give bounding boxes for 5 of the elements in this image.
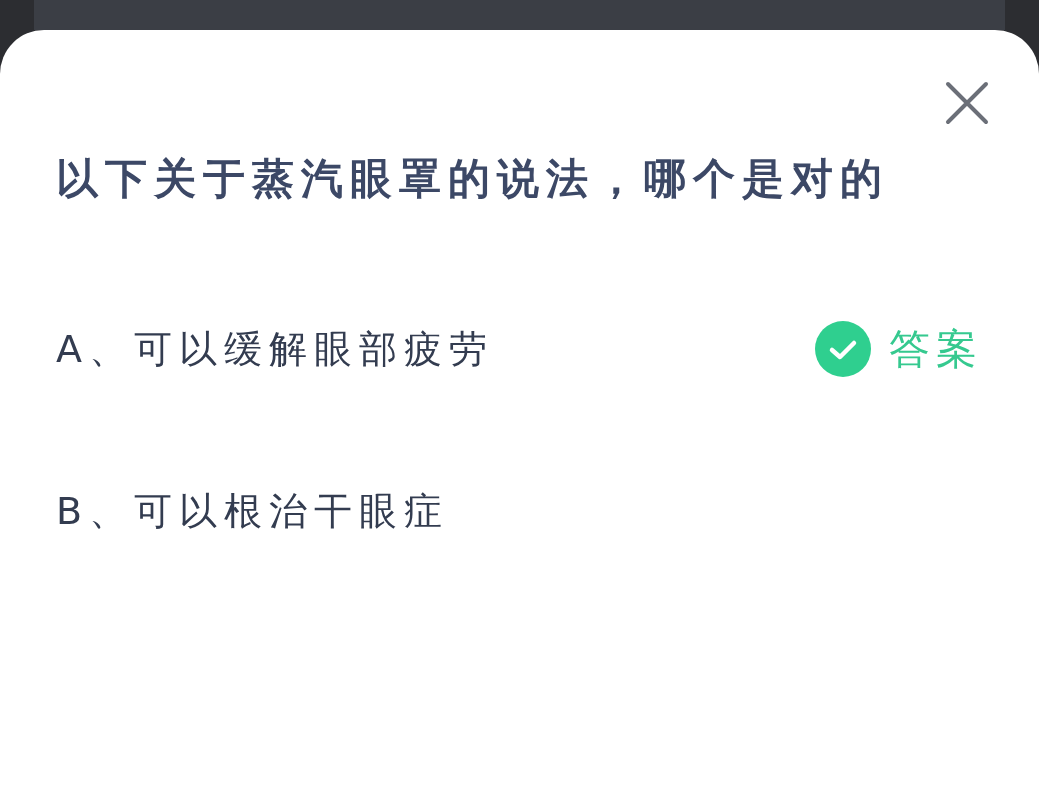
- question-title: 以下关于蒸汽眼罩的说法，哪个是对的: [56, 153, 890, 205]
- answer-option[interactable]: A、可以缓解眼部疲劳: [56, 323, 494, 375]
- answer-label: 答案: [889, 323, 983, 375]
- answer-option[interactable]: B、可以根治干眼症: [56, 485, 450, 537]
- close-icon[interactable]: [945, 81, 989, 125]
